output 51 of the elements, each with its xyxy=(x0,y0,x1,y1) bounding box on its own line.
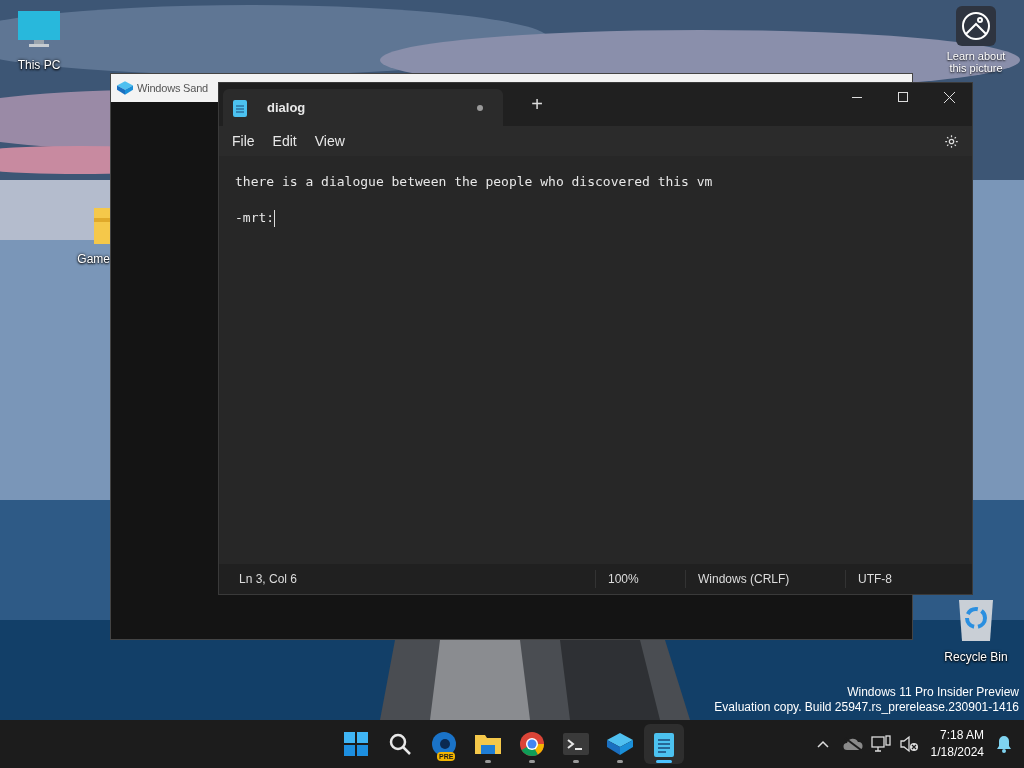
settings-icon xyxy=(943,133,959,149)
folder-icon xyxy=(94,208,110,244)
recycle-bin-icon xyxy=(957,598,995,642)
document-tab[interactable]: dialog xyxy=(223,89,503,126)
network-icon xyxy=(870,735,891,753)
taskbar-button[interactable] xyxy=(644,724,684,764)
speaker-muted-icon xyxy=(898,735,919,753)
status-item: UTF-8 xyxy=(845,570,972,588)
bell-icon[interactable] xyxy=(996,735,1012,753)
watermark-text: Evaluation copy. Build 25947.rs_prerelease.230901-1416 xyxy=(714,700,1019,715)
maximize-icon xyxy=(898,92,908,102)
running-indicator xyxy=(573,760,579,763)
running-indicator xyxy=(656,760,672,763)
running-indicator xyxy=(529,760,535,763)
text-cursor xyxy=(274,209,276,227)
clock[interactable]: 7:18 AM 1/18/2024 xyxy=(926,727,988,761)
status-item: Ln 3, Col 6 xyxy=(238,571,299,588)
cloud-off-icon xyxy=(842,737,863,751)
text-line: there is a dialogue between the people who discovered this vm xyxy=(235,173,713,191)
spotlight-label: Learn about xyxy=(946,50,1006,62)
watermark-text: Windows 11 Pro Insider Preview xyxy=(847,685,1019,700)
new-tab-button[interactable]: + xyxy=(523,90,551,118)
minimize-icon xyxy=(852,96,862,98)
landscape-icon xyxy=(961,11,991,41)
running-indicator xyxy=(617,760,623,763)
chrome-icon xyxy=(519,731,545,757)
search-icon xyxy=(388,732,412,756)
text-line: -mrt: xyxy=(235,209,275,227)
monitor-icon xyxy=(17,10,61,50)
folder-icon xyxy=(475,732,501,756)
menu-item[interactable]: File xyxy=(223,130,264,152)
status-item: 100% xyxy=(595,570,685,588)
tab-title: dialog xyxy=(267,98,307,117)
notepad-icon xyxy=(654,731,674,757)
desktop-icon-label[interactable]: Recycle Bin xyxy=(944,650,1008,664)
windows-logo-icon xyxy=(344,732,368,756)
spotlight-label: this picture xyxy=(949,62,1003,74)
sandbox-icon xyxy=(117,81,133,95)
terminal-icon xyxy=(563,733,589,755)
notepad-icon xyxy=(233,98,247,117)
close-icon xyxy=(943,91,955,103)
status-item: Windows (CRLF) xyxy=(685,570,845,588)
window-title: Windows Sand xyxy=(137,80,208,96)
chevron-up-icon xyxy=(816,740,829,748)
sandbox-icon xyxy=(607,733,633,755)
text-area[interactable]: there is a dialogue between the people who discovered this vm -mrt: xyxy=(219,156,972,564)
menu-item[interactable]: View xyxy=(305,130,354,152)
desktop-icon-label[interactable]: This PC xyxy=(17,58,61,72)
menu-item[interactable]: Edit xyxy=(263,130,306,152)
spotlight-button[interactable] xyxy=(956,6,996,46)
running-indicator xyxy=(485,760,491,763)
